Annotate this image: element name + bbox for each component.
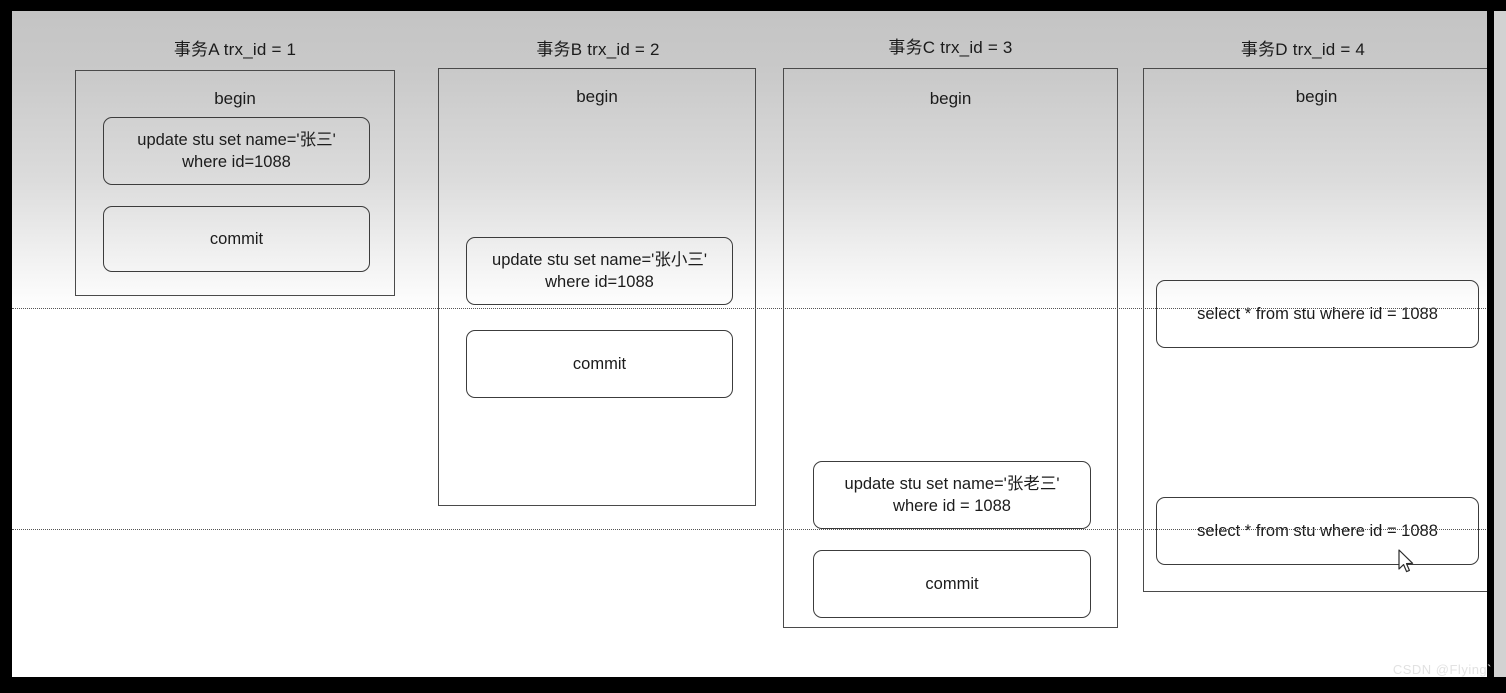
- transaction-box-b: begin update stu set name='张小三' where id…: [438, 68, 756, 506]
- commit-statement-b[interactable]: commit: [466, 330, 733, 398]
- update-statement-a[interactable]: update stu set name='张三' where id=1088: [103, 117, 370, 185]
- begin-label-d: begin: [1295, 87, 1338, 106]
- statement-line: select * from stu where id = 1088: [1197, 304, 1438, 323]
- begin-label-a: begin: [214, 89, 256, 108]
- statement-line: where id = 1088: [893, 497, 1011, 515]
- timeline-separator-1: [12, 308, 1487, 309]
- column-header-c: 事务C trx_id = 3: [888, 38, 1013, 57]
- statement-line: commit: [572, 354, 627, 373]
- begin-label-b: begin: [576, 87, 618, 106]
- update-statement-b[interactable]: update stu set name='张小三' where id=1088: [466, 237, 733, 305]
- timeline-separator-2: [12, 529, 1487, 530]
- statement-line: update stu set name='张小三': [492, 250, 707, 269]
- diagram-canvas: 事务A trx_id = 1 begin update stu set name…: [0, 0, 1506, 693]
- column-header-a: 事务A trx_id = 1: [173, 40, 297, 59]
- update-statement-c[interactable]: update stu set name='张老三' where id = 108…: [813, 461, 1091, 529]
- statement-line: where id=1088: [182, 153, 291, 171]
- frame-border-top: [0, 0, 1506, 11]
- diagram-stage: 事务A trx_id = 1 begin update stu set name…: [12, 11, 1487, 677]
- outer-right-pane: [1494, 11, 1506, 677]
- transaction-box-c: begin update stu set name='张老三' where id…: [783, 68, 1118, 628]
- statement-line: select * from stu where id = 1088: [1197, 521, 1438, 540]
- statement-line: commit: [925, 574, 979, 593]
- watermark-text: CSDN @Flying`: [1392, 662, 1492, 677]
- select-statement-d-1[interactable]: select * from stu where id = 1088: [1156, 280, 1479, 348]
- commit-statement-a[interactable]: commit: [103, 206, 370, 272]
- statement-line: update stu set name='张三': [137, 130, 336, 149]
- statement-line: where id=1088: [545, 273, 654, 291]
- begin-label-c: begin: [929, 89, 972, 108]
- commit-statement-c[interactable]: commit: [813, 550, 1091, 618]
- statement-line: commit: [209, 229, 264, 248]
- statement-line: update stu set name='张老三': [844, 474, 1060, 493]
- frame-border-left: [0, 0, 12, 693]
- frame-border-right: [1487, 11, 1494, 677]
- column-header-b: 事务B trx_id = 2: [536, 40, 660, 59]
- frame-border-bottom: [0, 677, 1506, 693]
- transaction-box-d: begin select * from stu where id = 1088 …: [1143, 68, 1487, 592]
- transaction-box-a: begin update stu set name='张三' where id=…: [75, 70, 395, 296]
- select-statement-d-2[interactable]: select * from stu where id = 1088: [1156, 497, 1479, 565]
- column-header-d: 事务D trx_id = 4: [1240, 40, 1366, 59]
